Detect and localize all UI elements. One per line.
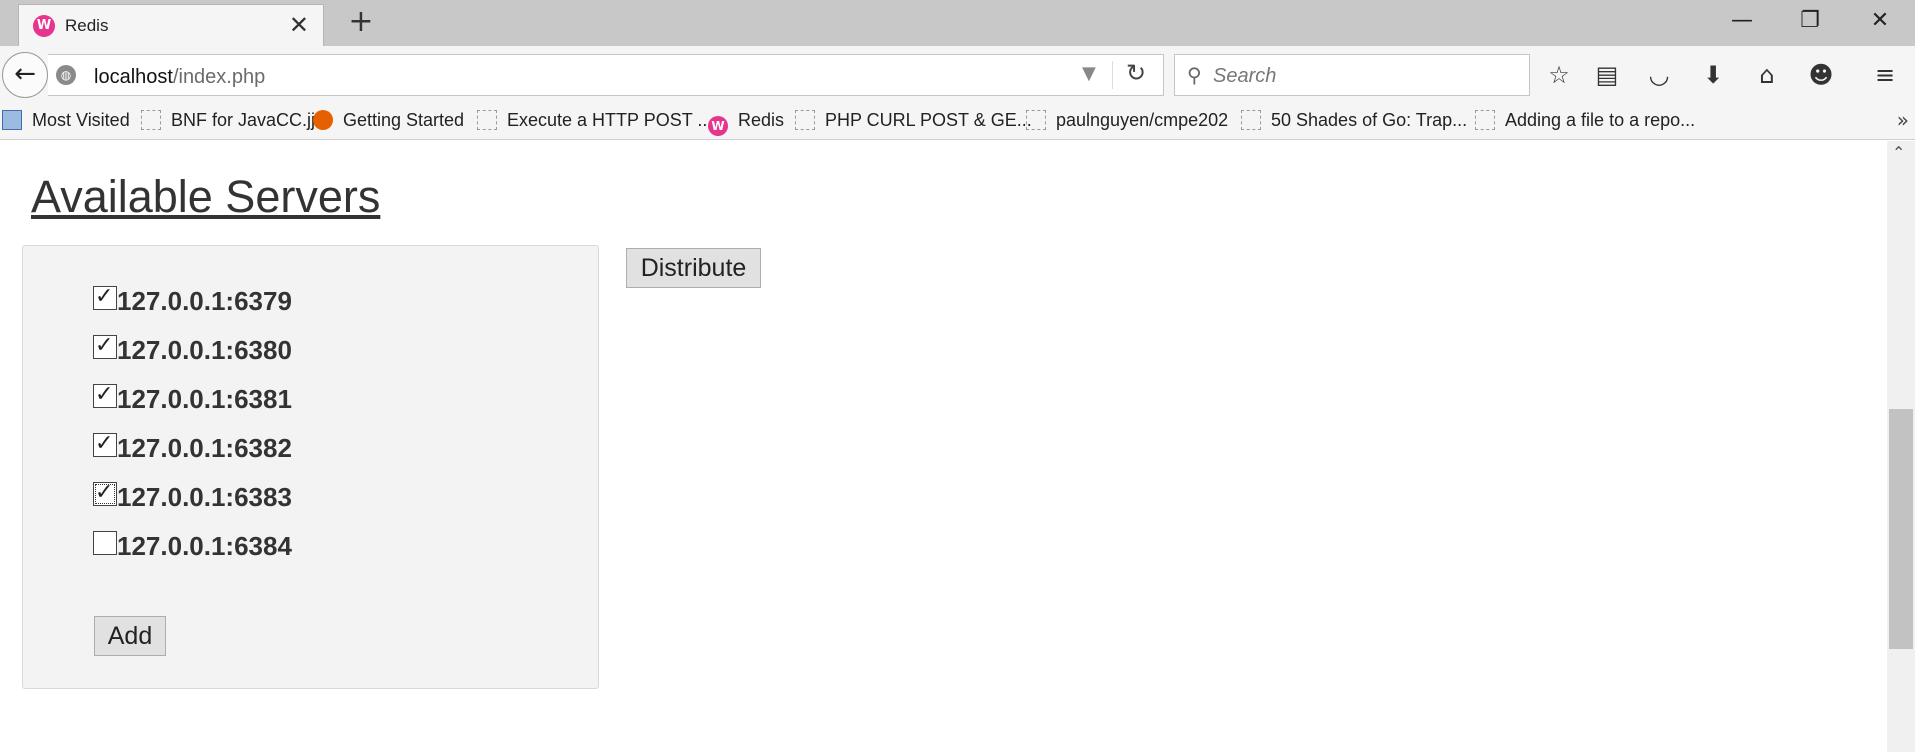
nav-bar: ← ◍ localhost/index.php ▼ ↻ ⚲ Search ☆ ▤… [0, 46, 1915, 102]
server-row: 127.0.0.1:6384 [93, 531, 292, 567]
minimize-icon[interactable]: — [1708, 0, 1776, 44]
page-icon [141, 110, 161, 130]
bookmark-cmpe202[interactable]: paulnguyen/cmpe202 [1026, 110, 1228, 131]
tab-strip: W Redis ✕ + — ❐ ✕ [0, 0, 1915, 46]
bookmark-adding-file[interactable]: Adding a file to a repo... [1475, 110, 1695, 131]
server-checkbox[interactable] [93, 284, 117, 310]
bookmark-label: Execute a HTTP POST ... [507, 110, 713, 130]
address-bar[interactable]: ◍ localhost/index.php ▼ ↻ [48, 54, 1164, 96]
server-checkbox[interactable] [93, 531, 117, 555]
server-panel: 127.0.0.1:6379 127.0.0.1:6380 127.0.0.1:… [22, 245, 599, 689]
bookmarks-menu-icon[interactable]: ▤ [1590, 58, 1624, 92]
bookmark-label: Most Visited [32, 110, 130, 130]
scroll-up-icon[interactable]: ⌃ [1892, 143, 1905, 162]
restore-icon[interactable]: ❐ [1776, 0, 1844, 44]
server-checkbox[interactable] [93, 333, 117, 359]
bookmark-redis[interactable]: W Redis [708, 110, 784, 136]
server-row: 127.0.0.1:6382 [93, 431, 292, 469]
server-label: 127.0.0.1:6383 [117, 482, 292, 512]
scroll-thumb[interactable] [1889, 409, 1913, 649]
page-icon [1475, 110, 1495, 130]
bookmark-label: Getting Started [343, 110, 465, 130]
search-input[interactable]: ⚲ Search [1174, 54, 1530, 96]
page-icon [795, 110, 815, 130]
bookmark-label: paulnguyen/cmpe202 [1056, 110, 1229, 130]
server-row: 127.0.0.1:6383 [93, 480, 292, 518]
tab-redis[interactable]: W Redis ✕ [18, 4, 324, 46]
server-label: 127.0.0.1:6384 [117, 531, 292, 561]
server-row: 127.0.0.1:6379 [93, 284, 292, 322]
bookmark-label: Adding a file to a repo... [1505, 110, 1696, 130]
search-placeholder: Search [1213, 65, 1277, 87]
redis-icon: W [708, 116, 728, 136]
close-tab-icon[interactable]: ✕ [289, 11, 309, 39]
bookmark-50-shades[interactable]: 50 Shades of Go: Trap... [1241, 110, 1467, 131]
search-icon: ⚲ [1187, 63, 1202, 87]
server-label: 127.0.0.1:6380 [117, 335, 292, 365]
pocket-icon[interactable]: ◡ [1642, 58, 1676, 92]
bookmark-label: BNF for JavaCC.jj [171, 110, 316, 130]
most-visited-icon [2, 110, 22, 130]
server-row: 127.0.0.1:6381 [93, 382, 292, 420]
server-row: 127.0.0.1:6380 [93, 333, 292, 371]
server-checkbox[interactable] [93, 382, 117, 408]
close-window-icon[interactable]: ✕ [1846, 0, 1914, 44]
tab-title: Redis [65, 16, 109, 35]
home-icon[interactable]: ⌂ [1750, 58, 1784, 92]
page-icon [1026, 110, 1046, 130]
back-arrow-icon[interactable]: ← [2, 52, 48, 98]
page-icon [477, 110, 497, 130]
url-path: /index.php [172, 66, 266, 88]
bookmark-bnf[interactable]: BNF for JavaCC.jj [141, 110, 315, 131]
reload-icon[interactable]: ↻ [1126, 59, 1146, 87]
add-button[interactable]: Add [94, 616, 166, 656]
server-checkbox[interactable] [93, 480, 117, 506]
bookmark-star-icon[interactable]: ☆ [1542, 58, 1576, 92]
bookmark-label: Redis [738, 110, 785, 130]
bookmark-label: PHP CURL POST & GE... [825, 110, 1032, 130]
feedback-icon[interactable]: ☻ [1804, 58, 1838, 92]
globe-icon: ◍ [56, 65, 76, 85]
history-dropdown-icon[interactable]: ▼ [1082, 63, 1096, 84]
bookmark-label: 50 Shades of Go: Trap... [1271, 110, 1468, 130]
download-icon[interactable]: ⬇ [1696, 58, 1730, 92]
server-label: 127.0.0.1:6379 [117, 286, 292, 316]
bookmark-most-visited[interactable]: Most Visited [2, 110, 130, 131]
chevron-more-icon[interactable]: » [1897, 108, 1909, 132]
url-host: localhost [94, 66, 173, 88]
new-tab-icon[interactable]: + [344, 6, 378, 40]
page-title: Available Servers [31, 171, 381, 222]
server-checkbox[interactable] [93, 431, 117, 457]
bookmark-getting-started[interactable]: Getting Started [313, 110, 464, 131]
firefox-icon [313, 110, 333, 130]
server-label: 127.0.0.1:6381 [117, 384, 292, 414]
distribute-button[interactable]: Distribute [626, 248, 761, 288]
page-icon [1241, 110, 1261, 130]
page-content: Available Servers 127.0.0.1:6379 127.0.0… [0, 141, 1887, 752]
bookmark-http-post[interactable]: Execute a HTTP POST ... [477, 110, 712, 131]
url-text: localhost/index.php [94, 66, 265, 89]
scrollbar[interactable]: ⌃ [1887, 141, 1915, 752]
divider [1112, 61, 1113, 89]
redis-favicon-icon: W [33, 15, 55, 37]
menu-icon[interactable]: ≡ [1868, 58, 1902, 92]
bookmark-php-curl[interactable]: PHP CURL POST & GE... [795, 110, 1032, 131]
bookmarks-toolbar: Most Visited BNF for JavaCC.jj Getting S… [0, 102, 1915, 140]
server-label: 127.0.0.1:6382 [117, 433, 292, 463]
